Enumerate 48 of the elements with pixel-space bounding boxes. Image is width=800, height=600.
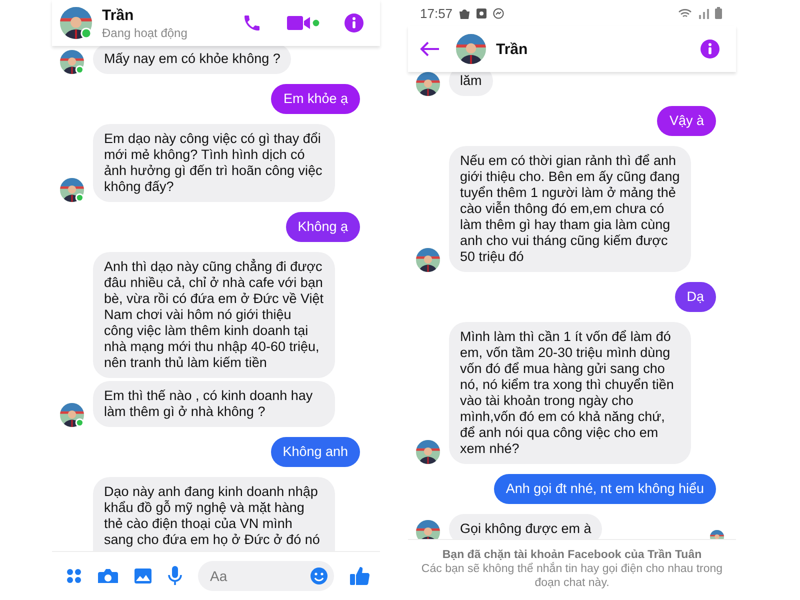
info-icon[interactable] xyxy=(344,13,364,33)
status-time: 17:57 xyxy=(420,6,453,20)
avatar[interactable] xyxy=(416,440,440,464)
battery-icon xyxy=(715,7,722,19)
message-bubble: Anh thì dạo này cũng chẳng đi được đâu nhiều cả, chỉ ở nhà cafe với bạn bè, vừa rồi có đứa em ở Đức về Việt Nam chơi vài hôm nó giới thiệu công việc làm thêm kinh doanh tại nhà mạng mới thu nhập 40-60 triệu, nên tranh thủ làm kiếm tiền xyxy=(93,252,335,378)
message-bubble: lăm xyxy=(449,72,493,96)
camera-icon[interactable] xyxy=(98,568,118,584)
image-icon[interactable] xyxy=(134,568,152,584)
message-bubble: Nếu em có thời gian rảnh thì để anh giới thiệu cho. Bên em ấy cũng đang tuyển thêm 1 người làm ở mảng thẻ cào viễn thông đó em,em chưa có làm thêm gì hay tham gia làm cùng anh cho vui tháng cũng kiếm được 50 triệu đó xyxy=(449,146,691,272)
avatar[interactable] xyxy=(456,34,486,64)
emoji-icon[interactable] xyxy=(310,567,328,585)
apps-icon[interactable] xyxy=(66,568,82,584)
active-status: Đang hoạt động xyxy=(102,26,188,40)
info-icon[interactable] xyxy=(700,39,720,59)
avatar[interactable] xyxy=(416,520,440,539)
message-bubble: Mấy nay em có khỏe không ? xyxy=(93,46,292,74)
microphone-icon[interactable] xyxy=(168,566,182,586)
message-bubble: Anh gọi đt nhé, nt em không hiểu xyxy=(494,474,716,504)
message-bubble: Em thì thế nào , có kinh doanh hay làm thêm gì ở nhà không ? xyxy=(93,381,335,427)
contact-name: Trần xyxy=(496,40,529,58)
wifi-icon xyxy=(678,8,692,18)
message-bubble: Em khỏe ạ xyxy=(271,84,360,114)
message-bubble: Vậy à xyxy=(657,106,716,136)
square-app-icon xyxy=(476,8,487,18)
avatar[interactable] xyxy=(416,248,440,272)
contact-name: Trần xyxy=(102,6,135,24)
shopping-bag-icon xyxy=(458,8,470,18)
message-bubble: Dạ xyxy=(674,282,716,312)
signal-icon xyxy=(698,8,709,18)
avatar[interactable] xyxy=(60,7,92,39)
message-bubble: Không ạ xyxy=(286,212,360,242)
message-bubble: Không anh xyxy=(270,437,360,467)
avatar[interactable] xyxy=(60,50,84,74)
avatar[interactable] xyxy=(60,178,84,202)
phone-icon[interactable] xyxy=(242,13,262,33)
chat-bubble-icon xyxy=(492,8,504,18)
thumbs-up-icon[interactable] xyxy=(350,566,370,586)
message-input-field[interactable]: Aa xyxy=(198,561,334,591)
back-arrow-icon[interactable] xyxy=(420,41,440,57)
blocked-notice-title: Bạn đã chặn tài khoản Facebook của Trần Tuân xyxy=(441,548,703,562)
message-bubble: Mình làm thì cần 1 ít vốn để làm đó em, vốn tầm 20-30 triệu mình dùng vốn đó để mua hàng gửi sang cho nó, nó kiểm tra xong thì chuyển tiền vào tài khoản trong ngày cho mình,vốn đó em có khả năng chứ, để anh nói qua công việc cho em xem nhé? xyxy=(449,322,691,464)
avatar[interactable] xyxy=(416,72,440,96)
message-bubble: Gọi không được em à xyxy=(449,514,602,539)
message-bubble: Dạo này anh đang kinh doanh nhập khẩu đồ gỗ mỹ nghệ và mặt hàng thẻ cào điện thoại của VN mình sang cho đứa em họ ở Đức ở đó nó xyxy=(93,477,335,551)
blocked-notice-text: Các bạn sẽ không thể nhắn tin hay gọi điện cho nhau trong đoạn chat này. xyxy=(420,562,724,590)
message-bubble: Em dạo này công việc có gì thay đổi mới mẻ không? Tình hình dịch có ảnh hưởng gì đến trì hoãn công việc không đấy? xyxy=(93,124,335,202)
video-camera-icon[interactable] xyxy=(286,13,320,33)
avatar[interactable] xyxy=(60,403,84,427)
